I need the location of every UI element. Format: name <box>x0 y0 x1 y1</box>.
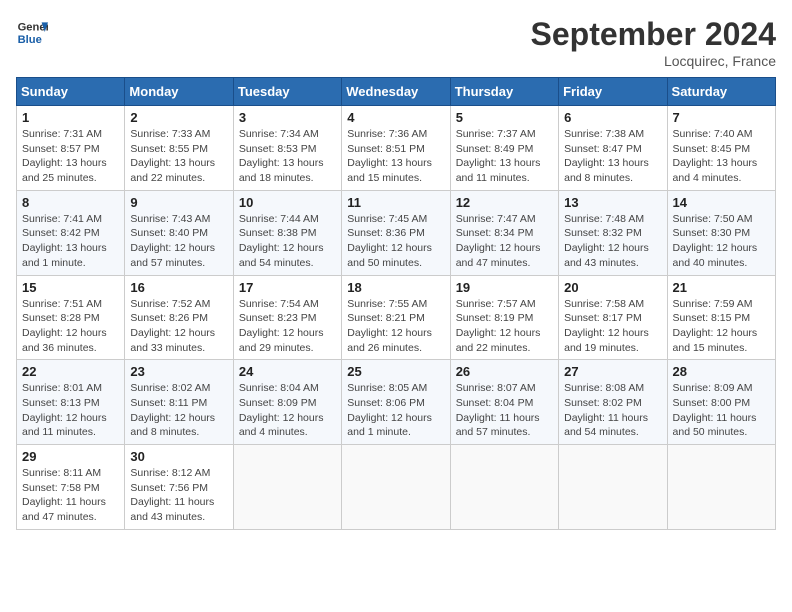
day-25: 25 Sunrise: 8:05 AMSunset: 8:06 PMDaylig… <box>342 360 450 445</box>
day-17: 17 Sunrise: 7:54 AMSunset: 8:23 PMDaylig… <box>233 275 341 360</box>
col-sunday: Sunday <box>17 78 125 106</box>
col-thursday: Thursday <box>450 78 558 106</box>
col-tuesday: Tuesday <box>233 78 341 106</box>
day-18: 18 Sunrise: 7:55 AMSunset: 8:21 PMDaylig… <box>342 275 450 360</box>
day-7: 7 Sunrise: 7:40 AMSunset: 8:45 PMDayligh… <box>667 106 775 191</box>
empty-cell-3 <box>450 445 558 530</box>
logo: General Blue <box>16 16 48 48</box>
col-friday: Friday <box>559 78 667 106</box>
day-15: 15 Sunrise: 7:51 AMSunset: 8:28 PMDaylig… <box>17 275 125 360</box>
day-12: 12 Sunrise: 7:47 AMSunset: 8:34 PMDaylig… <box>450 190 558 275</box>
day-29: 29 Sunrise: 8:11 AMSunset: 7:58 PMDaylig… <box>17 445 125 530</box>
day-28: 28 Sunrise: 8:09 AMSunset: 8:00 PMDaylig… <box>667 360 775 445</box>
day-9: 9 Sunrise: 7:43 AMSunset: 8:40 PMDayligh… <box>125 190 233 275</box>
day-30: 30 Sunrise: 8:12 AMSunset: 7:56 PMDaylig… <box>125 445 233 530</box>
day-6: 6 Sunrise: 7:38 AMSunset: 8:47 PMDayligh… <box>559 106 667 191</box>
title-block: September 2024 Locquirec, France <box>531 16 776 69</box>
calendar-table: Sunday Monday Tuesday Wednesday Thursday… <box>16 77 776 530</box>
day-27: 27 Sunrise: 8:08 AMSunset: 8:02 PMDaylig… <box>559 360 667 445</box>
day-24: 24 Sunrise: 8:04 AMSunset: 8:09 PMDaylig… <box>233 360 341 445</box>
day-1: 1 Sunrise: 7:31 AMSunset: 8:57 PMDayligh… <box>17 106 125 191</box>
day-20: 20 Sunrise: 7:58 AMSunset: 8:17 PMDaylig… <box>559 275 667 360</box>
day-23: 23 Sunrise: 8:02 AMSunset: 8:11 PMDaylig… <box>125 360 233 445</box>
day-4: 4 Sunrise: 7:36 AMSunset: 8:51 PMDayligh… <box>342 106 450 191</box>
day-11: 11 Sunrise: 7:45 AMSunset: 8:36 PMDaylig… <box>342 190 450 275</box>
day-16: 16 Sunrise: 7:52 AMSunset: 8:26 PMDaylig… <box>125 275 233 360</box>
empty-cell-1 <box>233 445 341 530</box>
day-21: 21 Sunrise: 7:59 AMSunset: 8:15 PMDaylig… <box>667 275 775 360</box>
empty-cell-2 <box>342 445 450 530</box>
day-22: 22 Sunrise: 8:01 AMSunset: 8:13 PMDaylig… <box>17 360 125 445</box>
day-8: 8 Sunrise: 7:41 AMSunset: 8:42 PMDayligh… <box>17 190 125 275</box>
day-26: 26 Sunrise: 8:07 AMSunset: 8:04 PMDaylig… <box>450 360 558 445</box>
svg-text:Blue: Blue <box>18 34 42 46</box>
logo-icon: General Blue <box>16 16 48 48</box>
col-saturday: Saturday <box>667 78 775 106</box>
day-3: 3 Sunrise: 7:34 AMSunset: 8:53 PMDayligh… <box>233 106 341 191</box>
col-monday: Monday <box>125 78 233 106</box>
day-14: 14 Sunrise: 7:50 AMSunset: 8:30 PMDaylig… <box>667 190 775 275</box>
month-title: September 2024 <box>531 16 776 53</box>
empty-cell-4 <box>559 445 667 530</box>
day-10: 10 Sunrise: 7:44 AMSunset: 8:38 PMDaylig… <box>233 190 341 275</box>
location: Locquirec, France <box>531 53 776 69</box>
col-wednesday: Wednesday <box>342 78 450 106</box>
page-header: General Blue September 2024 Locquirec, F… <box>16 16 776 69</box>
day-13: 13 Sunrise: 7:48 AMSunset: 8:32 PMDaylig… <box>559 190 667 275</box>
day-2: 2 Sunrise: 7:33 AMSunset: 8:55 PMDayligh… <box>125 106 233 191</box>
day-19: 19 Sunrise: 7:57 AMSunset: 8:19 PMDaylig… <box>450 275 558 360</box>
empty-cell-5 <box>667 445 775 530</box>
day-5: 5 Sunrise: 7:37 AMSunset: 8:49 PMDayligh… <box>450 106 558 191</box>
